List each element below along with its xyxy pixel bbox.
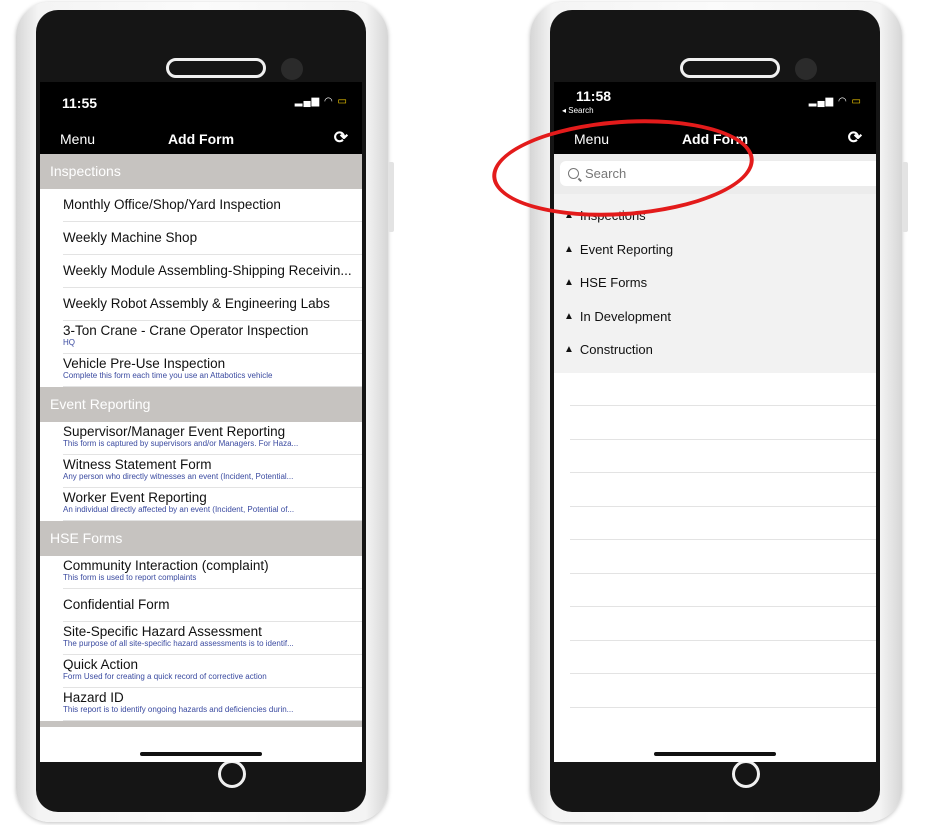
home-button[interactable] (218, 760, 246, 788)
form-title: Weekly Module Assembling-Shipping Receiv… (63, 263, 352, 278)
battery-charging-icon: ▭ (851, 96, 862, 107)
form-description: The purpose of all site-specific hazard … (63, 639, 294, 648)
screen-left: 11:55 ▂▄▆ ◠ ▭ Menu Add Form ⟳ Inspection… (40, 82, 362, 762)
refresh-icon[interactable]: ⟳ (334, 128, 348, 148)
section-divider (40, 721, 362, 727)
form-description: This form is captured by supervisors and… (63, 439, 299, 448)
home-indicator (140, 752, 262, 756)
empty-row (570, 473, 876, 507)
empty-row (570, 641, 876, 674)
form-title: 3-Ton Crane - Crane Operator Inspection (63, 323, 309, 338)
form-list-item[interactable]: Community Interaction (complaint) This fo… (63, 556, 362, 589)
form-list-item[interactable]: Vehicle Pre-Use Inspection Complete this … (63, 354, 362, 387)
page-title: Add Form (167, 131, 235, 147)
side-button (388, 162, 394, 232)
category-label: HSE Forms (579, 275, 648, 291)
form-list-item[interactable]: Weekly Robot Assembly & Engineering Labs (63, 288, 362, 321)
empty-row (570, 607, 876, 641)
triangle-up-icon: ▲ (564, 277, 574, 289)
empty-row (570, 674, 876, 708)
form-list-item[interactable]: Witness Statement Form Any person who dir… (63, 455, 362, 488)
form-title: Vehicle Pre-Use Inspection (63, 356, 226, 371)
category-item[interactable]: ▲ In Development (554, 300, 876, 334)
category-item[interactable]: ▲ Construction (554, 333, 876, 367)
form-description: This form is used to report complaints (63, 573, 197, 582)
form-description: Any person who directly witnesses an eve… (63, 472, 294, 481)
phone-left: 11:55 ▂▄▆ ◠ ▭ Menu Add Form ⟳ Inspection… (16, 2, 394, 822)
form-title: Witness Statement Form (63, 457, 212, 472)
form-title: Supervisor/Manager Event Reporting (63, 424, 286, 439)
form-description: This report is to identify ongoing hazar… (63, 705, 294, 714)
front-camera (281, 58, 303, 80)
status-bar: 11:58 ◂ Search ▂▄▆ ◠ ▭ (554, 82, 876, 122)
category-list: ▲ Inspections ▲ Event Reporting ▲ HSE Forms ▲ I… (554, 194, 876, 373)
signal-icon: ▂▄▆ (294, 96, 321, 107)
section-header: HSE Forms (40, 521, 362, 556)
form-title: Monthly Office/Shop/Yard Inspection (63, 197, 281, 212)
wifi-icon: ◠ (324, 96, 334, 107)
form-title: Hazard ID (63, 690, 124, 705)
category-label: Event Reporting (579, 241, 674, 257)
empty-row (570, 540, 876, 574)
category-item[interactable]: ▲ Event Reporting (554, 233, 876, 267)
home-indicator (654, 752, 776, 756)
form-list-item[interactable]: 3-Ton Crane - Crane Operator Inspection H… (63, 321, 362, 354)
section-header: Inspections (40, 154, 362, 189)
refresh-icon[interactable]: ⟳ (848, 128, 862, 148)
form-list: Inspections Monthly Office/Shop/Yard Insp… (40, 154, 362, 721)
form-title: Confidential Form (63, 597, 170, 612)
empty-row (570, 373, 876, 406)
form-title: Weekly Robot Assembly & Engineering Labs (63, 296, 330, 311)
form-list-item[interactable]: Weekly Machine Shop (63, 222, 362, 255)
form-list-item[interactable]: Quick Action Form Used for creating a qui… (63, 655, 362, 688)
status-time: 11:58 (576, 88, 612, 104)
form-list-item[interactable]: Supervisor/Manager Event Reporting This f… (63, 422, 362, 455)
form-title: Worker Event Reporting (63, 490, 207, 505)
form-description: An individual directly affected by an ev… (63, 505, 295, 514)
triangle-up-icon: ▲ (564, 344, 574, 356)
status-icons: ▂▄▆ ◠ ▭ (295, 96, 348, 107)
form-description: HQ (63, 338, 75, 347)
empty-row (570, 574, 876, 607)
battery-charging-icon: ▭ (337, 96, 348, 107)
form-list-item[interactable]: Monthly Office/Shop/Yard Inspection (63, 189, 362, 222)
home-button[interactable] (732, 760, 760, 788)
form-list-item[interactable]: Confidential Form (63, 589, 362, 622)
status-icons: ▂▄▆ ◠ ▭ (809, 96, 862, 107)
empty-row (570, 507, 876, 540)
side-button (902, 162, 908, 232)
empty-list-area (554, 373, 876, 708)
signal-icon: ▂▄▆ (808, 96, 835, 107)
speaker-grille (166, 58, 266, 78)
triangle-up-icon: ▲ (564, 310, 574, 322)
wifi-icon: ◠ (838, 96, 848, 107)
front-camera (795, 58, 817, 80)
status-bar: 11:55 ▂▄▆ ◠ ▭ (40, 82, 362, 122)
form-title: Quick Action (63, 657, 139, 672)
form-list-item[interactable]: Site-Specific Hazard Assessment The purpo… (63, 622, 362, 655)
form-list-item[interactable]: Hazard ID This report is to identify ongo… (63, 688, 362, 721)
form-list-item[interactable]: Weekly Module Assembling-Shipping Receiv… (63, 255, 362, 288)
category-item[interactable]: ▲ HSE Forms (554, 266, 876, 300)
empty-row (570, 440, 876, 473)
status-time: 11:55 (62, 95, 98, 111)
category-label: In Development (579, 308, 671, 324)
category-label: Construction (579, 342, 653, 358)
empty-row (570, 406, 876, 440)
form-description: Complete this form each time you use an … (63, 371, 273, 380)
back-to-search-link[interactable]: ◂ Search (562, 106, 594, 115)
section-header: Event Reporting (40, 387, 362, 422)
form-title: Community Interaction (complaint) (63, 558, 269, 573)
triangle-up-icon: ▲ (564, 243, 574, 255)
form-title: Weekly Machine Shop (63, 230, 198, 245)
nav-bar: Menu Add Form ⟳ (40, 122, 362, 154)
speaker-grille (680, 58, 780, 78)
form-list-item[interactable]: Worker Event Reporting An individual dire… (63, 488, 362, 521)
form-description: Form Used for creating a quick record of… (63, 672, 267, 681)
form-title: Site-Specific Hazard Assessment (63, 624, 262, 639)
